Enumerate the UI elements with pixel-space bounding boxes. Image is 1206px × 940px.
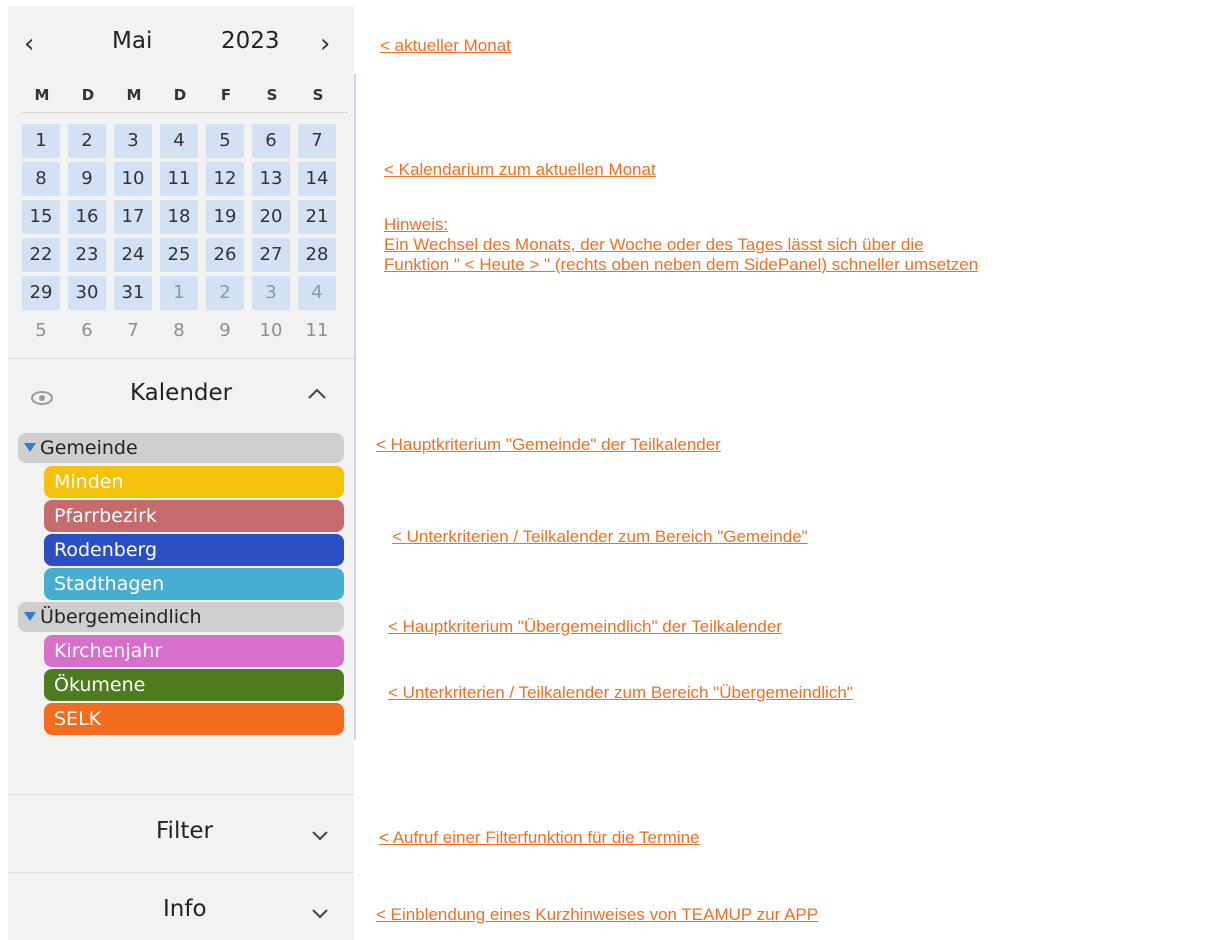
day-cell[interactable]: 2	[206, 276, 244, 310]
day-cell[interactable]: 12	[206, 162, 244, 196]
annotation-hint-title: Hinweis:	[384, 215, 449, 234]
day-cell[interactable]: 21	[298, 200, 336, 234]
day-cell[interactable]: 19	[206, 200, 244, 234]
subcalendar-pfarrbezirk[interactable]: Pfarrbezirk	[44, 500, 344, 532]
group-label: Übergemeindlich	[40, 606, 202, 628]
day-cell[interactable]: 3	[114, 124, 152, 158]
weekday-label: D	[173, 86, 187, 104]
month-header: ‹ Mai 2023 ›	[8, 6, 354, 80]
day-cell[interactable]: 25	[160, 238, 198, 272]
day-cell[interactable]: 10	[252, 314, 290, 348]
day-cell[interactable]: 1	[22, 124, 60, 158]
annotation-sub-gemeinde: < Unterkriterien / Teilkalender zum Bere…	[392, 527, 808, 546]
day-cell[interactable]: 9	[206, 314, 244, 348]
weekday-label: S	[312, 86, 324, 104]
filter-panel-title[interactable]: Filter	[156, 818, 213, 844]
weekday-label: M	[34, 86, 50, 104]
subcalendar-kirchenjahr[interactable]: Kirchenjahr	[44, 635, 344, 667]
day-cell[interactable]: 8	[160, 314, 198, 348]
day-cell[interactable]: 11	[160, 162, 198, 196]
annotation-calendarium: < Kalendarium zum aktuellen Monat	[384, 160, 656, 179]
year-label[interactable]: 2023	[221, 28, 280, 54]
day-cell[interactable]: 27	[252, 238, 290, 272]
weekday-divider	[22, 112, 348, 113]
day-cell[interactable]: 17	[114, 200, 152, 234]
day-cell[interactable]: 7	[114, 314, 152, 348]
annotation-main-gemeinde: < Hauptkriterium "Gemeinde" der Teilkale…	[376, 435, 721, 454]
day-cell[interactable]: 7	[298, 124, 336, 158]
day-cell[interactable]: 23	[68, 238, 106, 272]
day-cell[interactable]: 8	[22, 162, 60, 196]
calendars-panel-title: Kalender	[130, 380, 233, 406]
triangle-down-icon	[24, 612, 36, 621]
weekday-label: D	[81, 86, 95, 104]
day-cell[interactable]: 29	[22, 276, 60, 310]
day-cell[interactable]: 28	[298, 238, 336, 272]
annotation-info: < Einblendung eines Kurzhinweises von TE…	[376, 905, 819, 924]
weekday-label: S	[266, 86, 278, 104]
day-cell[interactable]: 6	[68, 314, 106, 348]
chevron-down-icon[interactable]	[310, 906, 330, 920]
annotation-main-uebergemeindlich: < Hauptkriterium "Übergemeindlich" der T…	[388, 617, 782, 636]
eye-icon[interactable]	[30, 390, 54, 406]
day-cell[interactable]: 18	[160, 200, 198, 234]
chevron-up-icon[interactable]	[306, 386, 328, 402]
day-cell[interactable]: 22	[22, 238, 60, 272]
weekday-label: M	[126, 86, 142, 104]
annotation-sub-uebergemeindlich: < Unterkriterien / Teilkalender zum Bere…	[388, 683, 853, 702]
annotation-hint-line2: Funktion " < Heute > " (rechts oben nebe…	[384, 255, 979, 274]
section-divider	[8, 872, 354, 873]
calendar-group-gemeinde[interactable]: Gemeinde	[18, 433, 344, 463]
day-cell[interactable]: 11	[298, 314, 336, 348]
subcalendar-stadthagen[interactable]: Stadthagen	[44, 568, 344, 600]
day-cell[interactable]: 31	[114, 276, 152, 310]
day-cell[interactable]: 26	[206, 238, 244, 272]
day-cell[interactable]: 6	[252, 124, 290, 158]
day-cell[interactable]: 30	[68, 276, 106, 310]
subcalendar-selk[interactable]: SELK	[44, 703, 344, 735]
day-cell[interactable]: 4	[298, 276, 336, 310]
day-cell[interactable]: 9	[68, 162, 106, 196]
weekday-label: F	[220, 86, 232, 104]
day-cell[interactable]: 16	[68, 200, 106, 234]
day-cell[interactable]: 10	[114, 162, 152, 196]
side-panel: ‹ Mai 2023 › M D M D F S S 1 2 3 4 5 6 7 8 9 10 11…	[8, 6, 356, 940]
day-cell[interactable]: 5	[22, 314, 60, 348]
day-cell[interactable]: 15	[22, 200, 60, 234]
day-cell[interactable]: 5	[206, 124, 244, 158]
chevron-down-icon[interactable]	[310, 828, 330, 842]
day-cell[interactable]: 4	[160, 124, 198, 158]
side-panel-border	[354, 74, 356, 740]
calendar-group-uebergemeindlich[interactable]: Übergemeindlich	[18, 602, 344, 632]
chevron-left-icon[interactable]: ‹	[24, 26, 34, 62]
day-cell[interactable]: 20	[252, 200, 290, 234]
info-panel-title[interactable]: Info	[163, 896, 207, 922]
day-cell[interactable]: 3	[252, 276, 290, 310]
day-cell[interactable]: 24	[114, 238, 152, 272]
day-cell[interactable]: 13	[252, 162, 290, 196]
annotation-hint-line1: Ein Wechsel des Monats, der Woche oder d…	[384, 235, 924, 254]
section-divider	[8, 358, 354, 359]
subcalendar-rodenberg[interactable]: Rodenberg	[44, 534, 344, 566]
annotation-current-month: < aktueller Monat	[380, 36, 511, 55]
section-divider	[8, 794, 354, 795]
annotation-filter: < Aufruf einer Filterfunktion für die Te…	[379, 828, 700, 847]
day-cell[interactable]: 2	[68, 124, 106, 158]
day-cell[interactable]: 14	[298, 162, 336, 196]
chevron-right-icon[interactable]: ›	[320, 26, 330, 62]
triangle-down-icon	[24, 443, 36, 452]
month-label[interactable]: Mai	[112, 28, 152, 54]
subcalendar-minden[interactable]: Minden	[44, 466, 344, 498]
day-cell[interactable]: 1	[160, 276, 198, 310]
subcalendar-oekumene[interactable]: Ökumene	[44, 669, 344, 701]
group-label: Gemeinde	[40, 437, 138, 459]
